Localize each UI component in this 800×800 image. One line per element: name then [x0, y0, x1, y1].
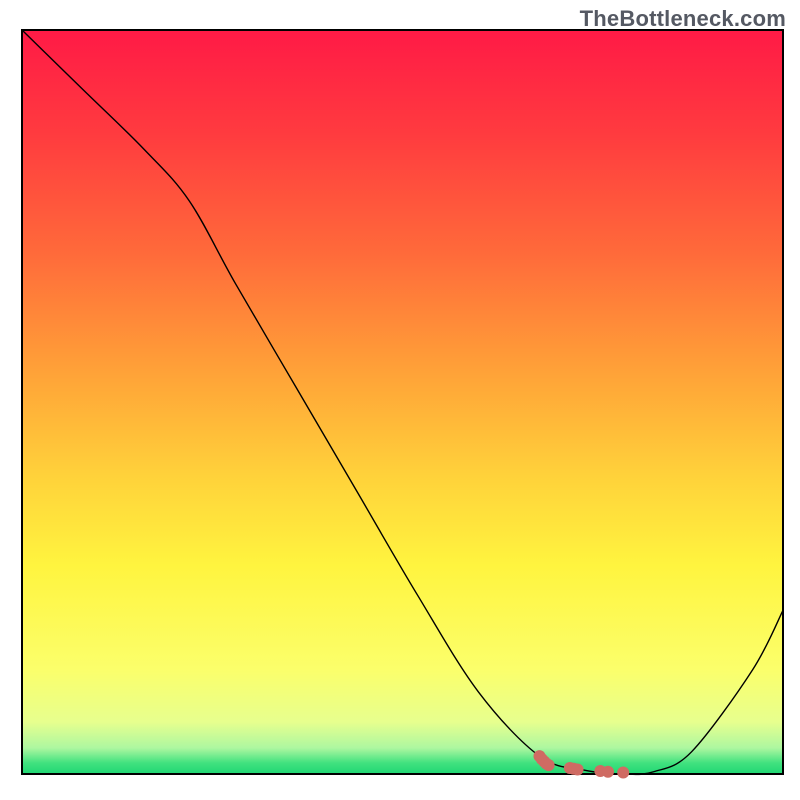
chart-stage: TheBottleneck.com — [0, 0, 800, 800]
highlight-dot — [543, 759, 555, 771]
highlight-dot — [602, 766, 614, 778]
watermark-text: TheBottleneck.com — [580, 6, 786, 32]
highlight-dot — [572, 764, 584, 776]
highlight-dot — [617, 767, 629, 779]
bottleneck-chart — [0, 0, 800, 800]
